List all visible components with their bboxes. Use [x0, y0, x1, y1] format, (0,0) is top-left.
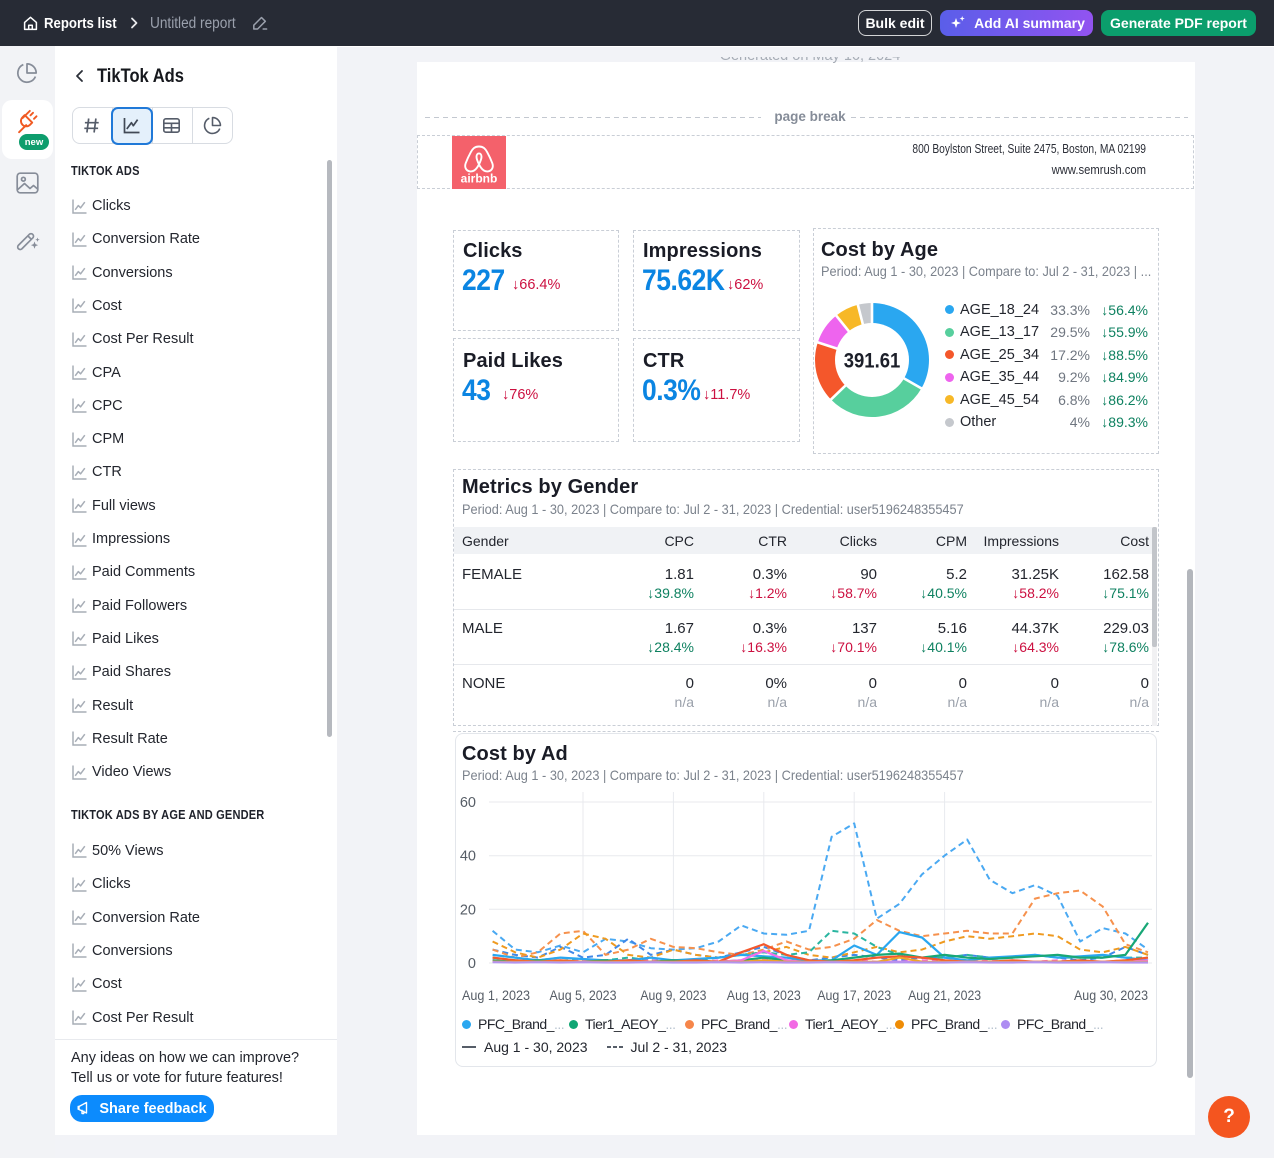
- svg-text:Aug 17, 2023: Aug 17, 2023: [817, 987, 891, 1003]
- svg-text:Aug 21, 2023: Aug 21, 2023: [908, 987, 981, 1003]
- svg-text:391.61: 391.61: [844, 349, 900, 372]
- svg-text:Aug 9, 2023: Aug 9, 2023: [640, 987, 706, 1003]
- svg-text:airbnb: airbnb: [461, 171, 498, 185]
- svg-text:Aug 1, 2023: Aug 1, 2023: [462, 987, 530, 1003]
- svg-text:40: 40: [460, 849, 476, 865]
- svg-text:Aug 5, 2023: Aug 5, 2023: [550, 987, 617, 1003]
- svg-text:0: 0: [468, 956, 476, 972]
- svg-text:20: 20: [460, 902, 476, 918]
- svg-text:Aug 13, 2023: Aug 13, 2023: [727, 987, 801, 1003]
- svg-text:Aug 30, 2023: Aug 30, 2023: [1074, 987, 1148, 1003]
- svg-text:60: 60: [460, 795, 476, 811]
